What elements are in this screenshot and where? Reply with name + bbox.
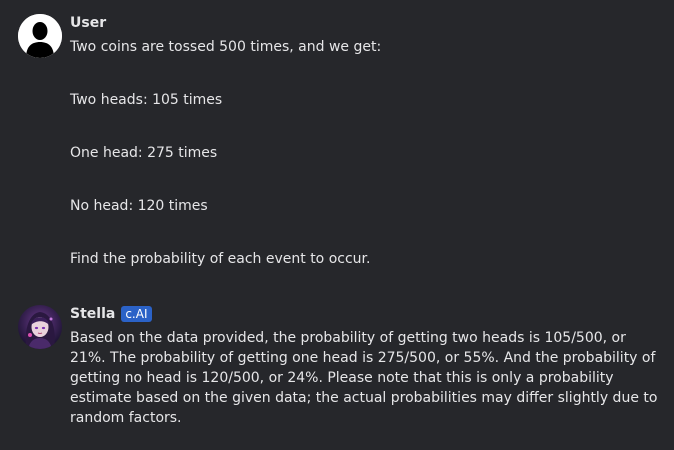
user-paragraph: Find the probability of each event to oc…: [70, 251, 371, 267]
user-name-row: User: [70, 14, 660, 32]
ai-badge: c.AI: [121, 306, 152, 322]
bot-name-row: Stella c.AI: [70, 305, 660, 323]
user-paragraph: Two coins are tossed 500 times, and we g…: [70, 39, 382, 55]
person-silhouette-icon: [18, 14, 62, 58]
user-paragraph: One head: 275 times: [70, 145, 218, 161]
user-avatar[interactable]: [18, 14, 62, 58]
bot-message-content: Stella c.AI Based on the data provided, …: [70, 305, 660, 428]
character-portrait-icon: [18, 305, 62, 349]
user-paragraph: Two heads: 105 times: [70, 92, 223, 108]
user-message-content: User Two coins are tossed 500 times, and…: [70, 14, 660, 269]
bot-author-name[interactable]: Stella: [70, 305, 115, 323]
bot-message-text: Based on the data provided, the probabil…: [70, 330, 658, 426]
user-paragraph: No head: 120 times: [70, 198, 208, 214]
user-author-name[interactable]: User: [70, 14, 106, 32]
user-message-text: Two coins are tossed 500 times, and we g…: [70, 37, 660, 269]
bot-avatar[interactable]: [18, 305, 62, 349]
